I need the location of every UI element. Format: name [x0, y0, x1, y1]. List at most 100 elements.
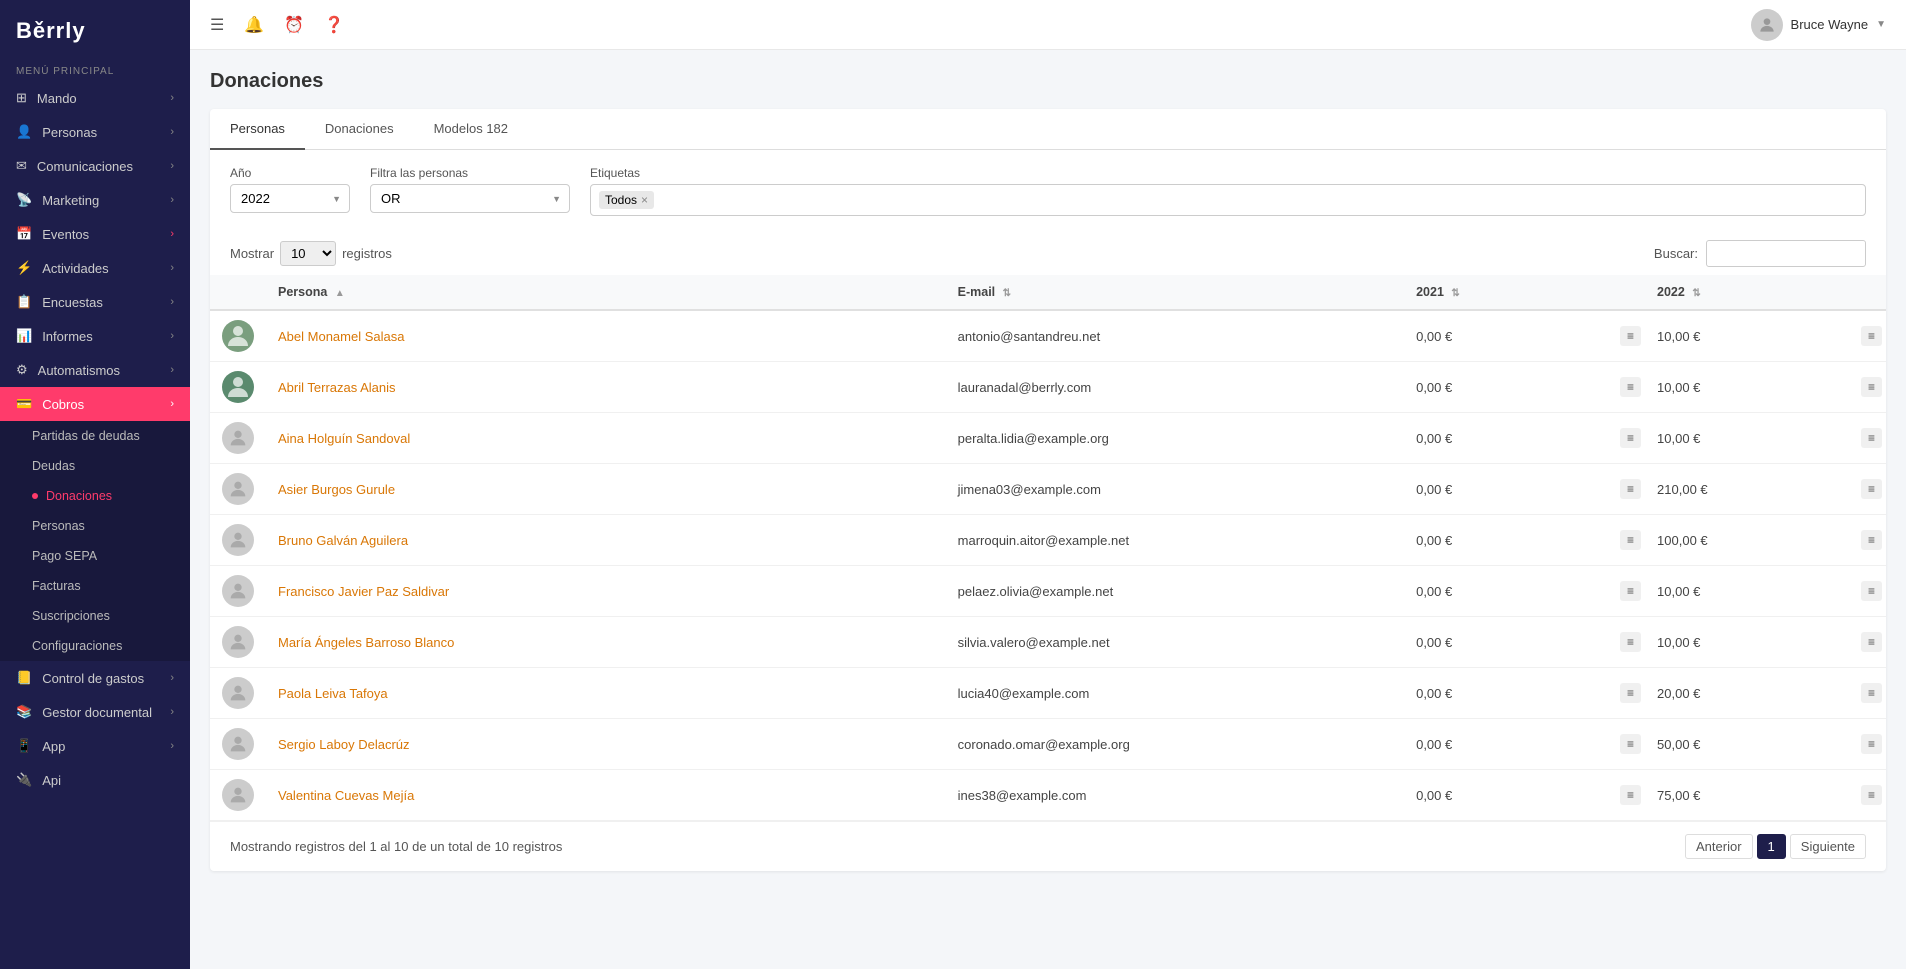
smartphone-icon: 📱: [16, 738, 32, 754]
detail-button-2022[interactable]: ≡: [1861, 632, 1882, 652]
col-header-2021[interactable]: 2021 ⇅: [1404, 275, 1616, 310]
user-dropdown-icon[interactable]: ▼: [1876, 19, 1886, 30]
sidebar-item-control-gastos[interactable]: 📒 Control de gastos ›: [0, 661, 190, 695]
detail-button-2021[interactable]: ≡: [1620, 581, 1641, 601]
sidebar-item-personas[interactable]: 👤 Personas ›: [0, 115, 190, 149]
page-1-button[interactable]: 1: [1757, 834, 1786, 859]
col-header-persona[interactable]: Persona ▲: [266, 275, 946, 310]
tab-personas[interactable]: Personas: [210, 109, 305, 150]
person-name-link[interactable]: Abril Terrazas Alanis: [278, 380, 396, 395]
detail-button-2022[interactable]: ≡: [1861, 785, 1882, 805]
sidebar-item-label: Cobros: [42, 397, 84, 412]
table-header-row: Persona ▲ E-mail ⇅ 2021 ⇅ 2022 ⇅: [210, 275, 1886, 310]
detail-button-2021[interactable]: ≡: [1620, 683, 1641, 703]
detail-button-2021[interactable]: ≡: [1620, 377, 1641, 397]
sidebar-subitem-partidas[interactable]: Partidas de deudas: [0, 421, 190, 451]
detail-button-2022[interactable]: ≡: [1861, 479, 1882, 499]
sidebar-subitem-label: Facturas: [32, 579, 81, 593]
detail-button-2022[interactable]: ≡: [1861, 326, 1882, 346]
etiquetas-label: Etiquetas: [590, 166, 1866, 180]
cell-persona: Francisco Javier Paz Saldivar: [266, 566, 946, 617]
sidebar-subitem-label: Partidas de deudas: [32, 429, 140, 443]
personas-filter-select[interactable]: OR AND: [370, 184, 570, 213]
detail-button-2022[interactable]: ≡: [1861, 377, 1882, 397]
person-name-link[interactable]: Valentina Cuevas Mejía: [278, 788, 414, 803]
cell-2022: 10,00 €: [1645, 362, 1857, 413]
detail-button-2021[interactable]: ≡: [1620, 734, 1641, 754]
prev-button[interactable]: Anterior: [1685, 834, 1753, 859]
sidebar-subitem-pago-sepa[interactable]: Pago SEPA: [0, 541, 190, 571]
chevron-right-icon: ›: [170, 330, 174, 342]
year-select[interactable]: 2020 2021 2022 2023: [230, 184, 350, 213]
sidebar-subitem-personas-cobros[interactable]: Personas: [0, 511, 190, 541]
tab-modelos182[interactable]: Modelos 182: [414, 109, 528, 150]
sidebar-subitem-configuraciones[interactable]: Configuraciones: [0, 631, 190, 661]
entries-select[interactable]: 10 25 50 100: [280, 241, 336, 266]
detail-button-2021[interactable]: ≡: [1620, 479, 1641, 499]
person-name-link[interactable]: Bruno Galván Aguilera: [278, 533, 408, 548]
sidebar-item-automatismos[interactable]: ⚙ Automatismos ›: [0, 353, 190, 387]
cell-persona: Aina Holguín Sandoval: [266, 413, 946, 464]
chevron-right-icon: ›: [170, 92, 174, 104]
detail-button-2021[interactable]: ≡: [1620, 326, 1641, 346]
next-button[interactable]: Siguiente: [1790, 834, 1866, 859]
sidebar-item-informes[interactable]: 📊 Informes ›: [0, 319, 190, 353]
sidebar-item-encuestas[interactable]: 📋 Encuestas ›: [0, 285, 190, 319]
detail-button-2021[interactable]: ≡: [1620, 632, 1641, 652]
sidebar-item-comunicaciones[interactable]: ✉ Comunicaciones ›: [0, 149, 190, 183]
tab-donaciones[interactable]: Donaciones: [305, 109, 414, 150]
col-header-2022[interactable]: 2022 ⇅: [1645, 275, 1857, 310]
person-name-link[interactable]: Asier Burgos Gurule: [278, 482, 395, 497]
credit-card-icon: 💳: [16, 396, 32, 412]
dollar-icon: 📒: [16, 670, 32, 686]
sidebar-item-marketing[interactable]: 📡 Marketing ›: [0, 183, 190, 217]
cell-detail-2021: ≡: [1616, 770, 1645, 821]
sidebar-item-mando[interactable]: ⊞ Mando ›: [0, 81, 190, 115]
clock-icon[interactable]: ⏰: [284, 15, 304, 35]
sidebar-item-label: Mando: [37, 91, 77, 106]
person-name-link[interactable]: Paola Leiva Tafoya: [278, 686, 388, 701]
sidebar-item-gestor-documental[interactable]: 📚 Gestor documental ›: [0, 695, 190, 729]
sidebar-item-cobros[interactable]: 💳 Cobros ›: [0, 387, 190, 421]
sidebar-item-label: Gestor documental: [42, 705, 152, 720]
person-name-link[interactable]: Aina Holguín Sandoval: [278, 431, 410, 446]
sidebar-subitem-donaciones[interactable]: Donaciones: [0, 481, 190, 511]
table-row: Aina Holguín Sandovalperalta.lidia@examp…: [210, 413, 1886, 464]
bell-icon[interactable]: 🔔: [244, 15, 264, 35]
cell-detail-2022: ≡: [1857, 413, 1886, 464]
menu-icon[interactable]: ☰: [210, 15, 224, 35]
clipboard-icon: 📋: [16, 294, 32, 310]
detail-button-2022[interactable]: ≡: [1861, 428, 1882, 448]
cell-detail-2022: ≡: [1857, 362, 1886, 413]
person-name-link[interactable]: Francisco Javier Paz Saldivar: [278, 584, 449, 599]
person-name-link[interactable]: María Ángeles Barroso Blanco: [278, 635, 454, 650]
sidebar-item-api[interactable]: 🔌 Api: [0, 763, 190, 797]
detail-button-2022[interactable]: ≡: [1861, 581, 1882, 601]
cell-email: antonio@santandreu.net: [946, 310, 1404, 362]
sidebar-subitem-deudas[interactable]: Deudas: [0, 451, 190, 481]
sidebar-subitem-facturas[interactable]: Facturas: [0, 571, 190, 601]
person-name-link[interactable]: Sergio Laboy Delacrúz: [278, 737, 410, 752]
question-icon[interactable]: ❓: [324, 15, 344, 35]
detail-button-2021[interactable]: ≡: [1620, 428, 1641, 448]
cell-detail-2021: ≡: [1616, 515, 1645, 566]
search-input[interactable]: [1706, 240, 1866, 267]
cell-2021: 0,00 €: [1404, 617, 1616, 668]
tag-remove-button[interactable]: ×: [641, 193, 648, 207]
detail-button-2021[interactable]: ≡: [1620, 785, 1641, 805]
sidebar-subitem-suscripciones[interactable]: Suscripciones: [0, 601, 190, 631]
detail-button-2022[interactable]: ≡: [1861, 683, 1882, 703]
sidebar-item-app[interactable]: 📱 App ›: [0, 729, 190, 763]
search-label: Buscar:: [1654, 246, 1698, 261]
sidebar-item-actividades[interactable]: ⚡ Actividades ›: [0, 251, 190, 285]
detail-button-2022[interactable]: ≡: [1861, 734, 1882, 754]
etiquetas-input[interactable]: Todos ×: [590, 184, 1866, 216]
col-header-email[interactable]: E-mail ⇅: [946, 275, 1404, 310]
cell-2022: 10,00 €: [1645, 617, 1857, 668]
person-name-link[interactable]: Abel Monamel Salasa: [278, 329, 404, 344]
sidebar-item-label: Marketing: [42, 193, 99, 208]
cell-2021: 0,00 €: [1404, 566, 1616, 617]
detail-button-2021[interactable]: ≡: [1620, 530, 1641, 550]
sidebar-item-eventos[interactable]: 📅 Eventos ›: [0, 217, 190, 251]
detail-button-2022[interactable]: ≡: [1861, 530, 1882, 550]
